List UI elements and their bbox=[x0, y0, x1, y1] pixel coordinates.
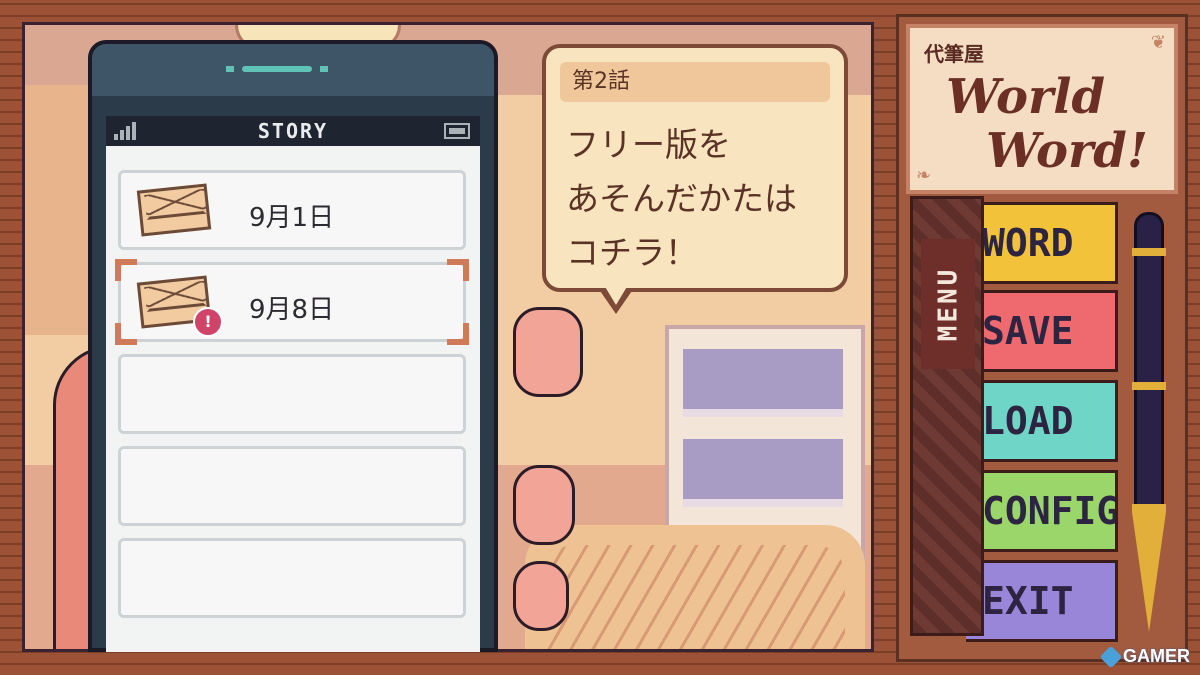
envelope-icon bbox=[136, 183, 212, 237]
logo-en: World Word! bbox=[946, 69, 1148, 179]
logo-jp: 代筆屋 bbox=[924, 42, 984, 66]
story-title: STORY bbox=[257, 119, 329, 143]
battery-icon bbox=[444, 123, 470, 139]
phone-top-bezel bbox=[92, 44, 494, 96]
story-item-date: 9月8日 bbox=[249, 295, 335, 325]
game-logo: 代筆屋 ❦ ❧ World Word! bbox=[906, 24, 1178, 194]
story-item-3[interactable] bbox=[118, 354, 466, 434]
watermark: GAMER bbox=[1099, 645, 1190, 668]
chapter-label: 第2話 bbox=[560, 62, 830, 102]
speech-bubble[interactable]: 第2話 フリー版を あそんだかたは コチラ！ bbox=[542, 44, 848, 292]
story-item-2[interactable]: ! 9月8日 bbox=[115, 259, 469, 345]
fountain-pen-icon bbox=[1128, 212, 1168, 642]
menu-tab[interactable]: MENU bbox=[910, 196, 984, 636]
selection-corner bbox=[447, 259, 469, 281]
speech-bubble-tail bbox=[598, 285, 634, 314]
story-list: 9月1日 ! 9月8日 bbox=[106, 146, 480, 652]
story-item-1[interactable]: 9月1日 bbox=[118, 170, 466, 250]
phone-status-bar: STORY bbox=[106, 116, 480, 146]
story-item-5[interactable] bbox=[118, 538, 466, 618]
signal-icon bbox=[114, 122, 136, 140]
phone: STORY 9月1日 ! 9月8日 bbox=[88, 40, 498, 652]
bed-blanket bbox=[545, 545, 845, 649]
selection-corner bbox=[115, 323, 137, 345]
flourish-icon: ❦ bbox=[1150, 32, 1166, 53]
menu-button-load[interactable]: LOAD bbox=[966, 380, 1118, 462]
right-finger bbox=[513, 561, 569, 631]
story-item-date: 9月1日 bbox=[249, 203, 335, 233]
new-badge-icon: ! bbox=[193, 307, 223, 337]
selection-corner bbox=[115, 259, 137, 281]
menu-button-save[interactable]: SAVE bbox=[966, 290, 1118, 372]
menu-button-exit[interactable]: EXIT bbox=[966, 560, 1118, 642]
menu-label: MENU bbox=[921, 239, 975, 369]
menu-button-word[interactable]: WORD bbox=[966, 202, 1118, 284]
selection-corner bbox=[447, 323, 469, 345]
right-finger bbox=[513, 307, 583, 397]
story-item-4[interactable] bbox=[118, 446, 466, 526]
flourish-icon: ❧ bbox=[916, 165, 932, 186]
bubble-message: フリー版を あそんだかたは コチラ！ bbox=[566, 125, 797, 272]
right-finger bbox=[513, 465, 575, 545]
menu-button-config[interactable]: CONFIG bbox=[966, 470, 1118, 552]
phone-speaker bbox=[242, 66, 312, 72]
gamer-logo-icon bbox=[1099, 645, 1123, 668]
